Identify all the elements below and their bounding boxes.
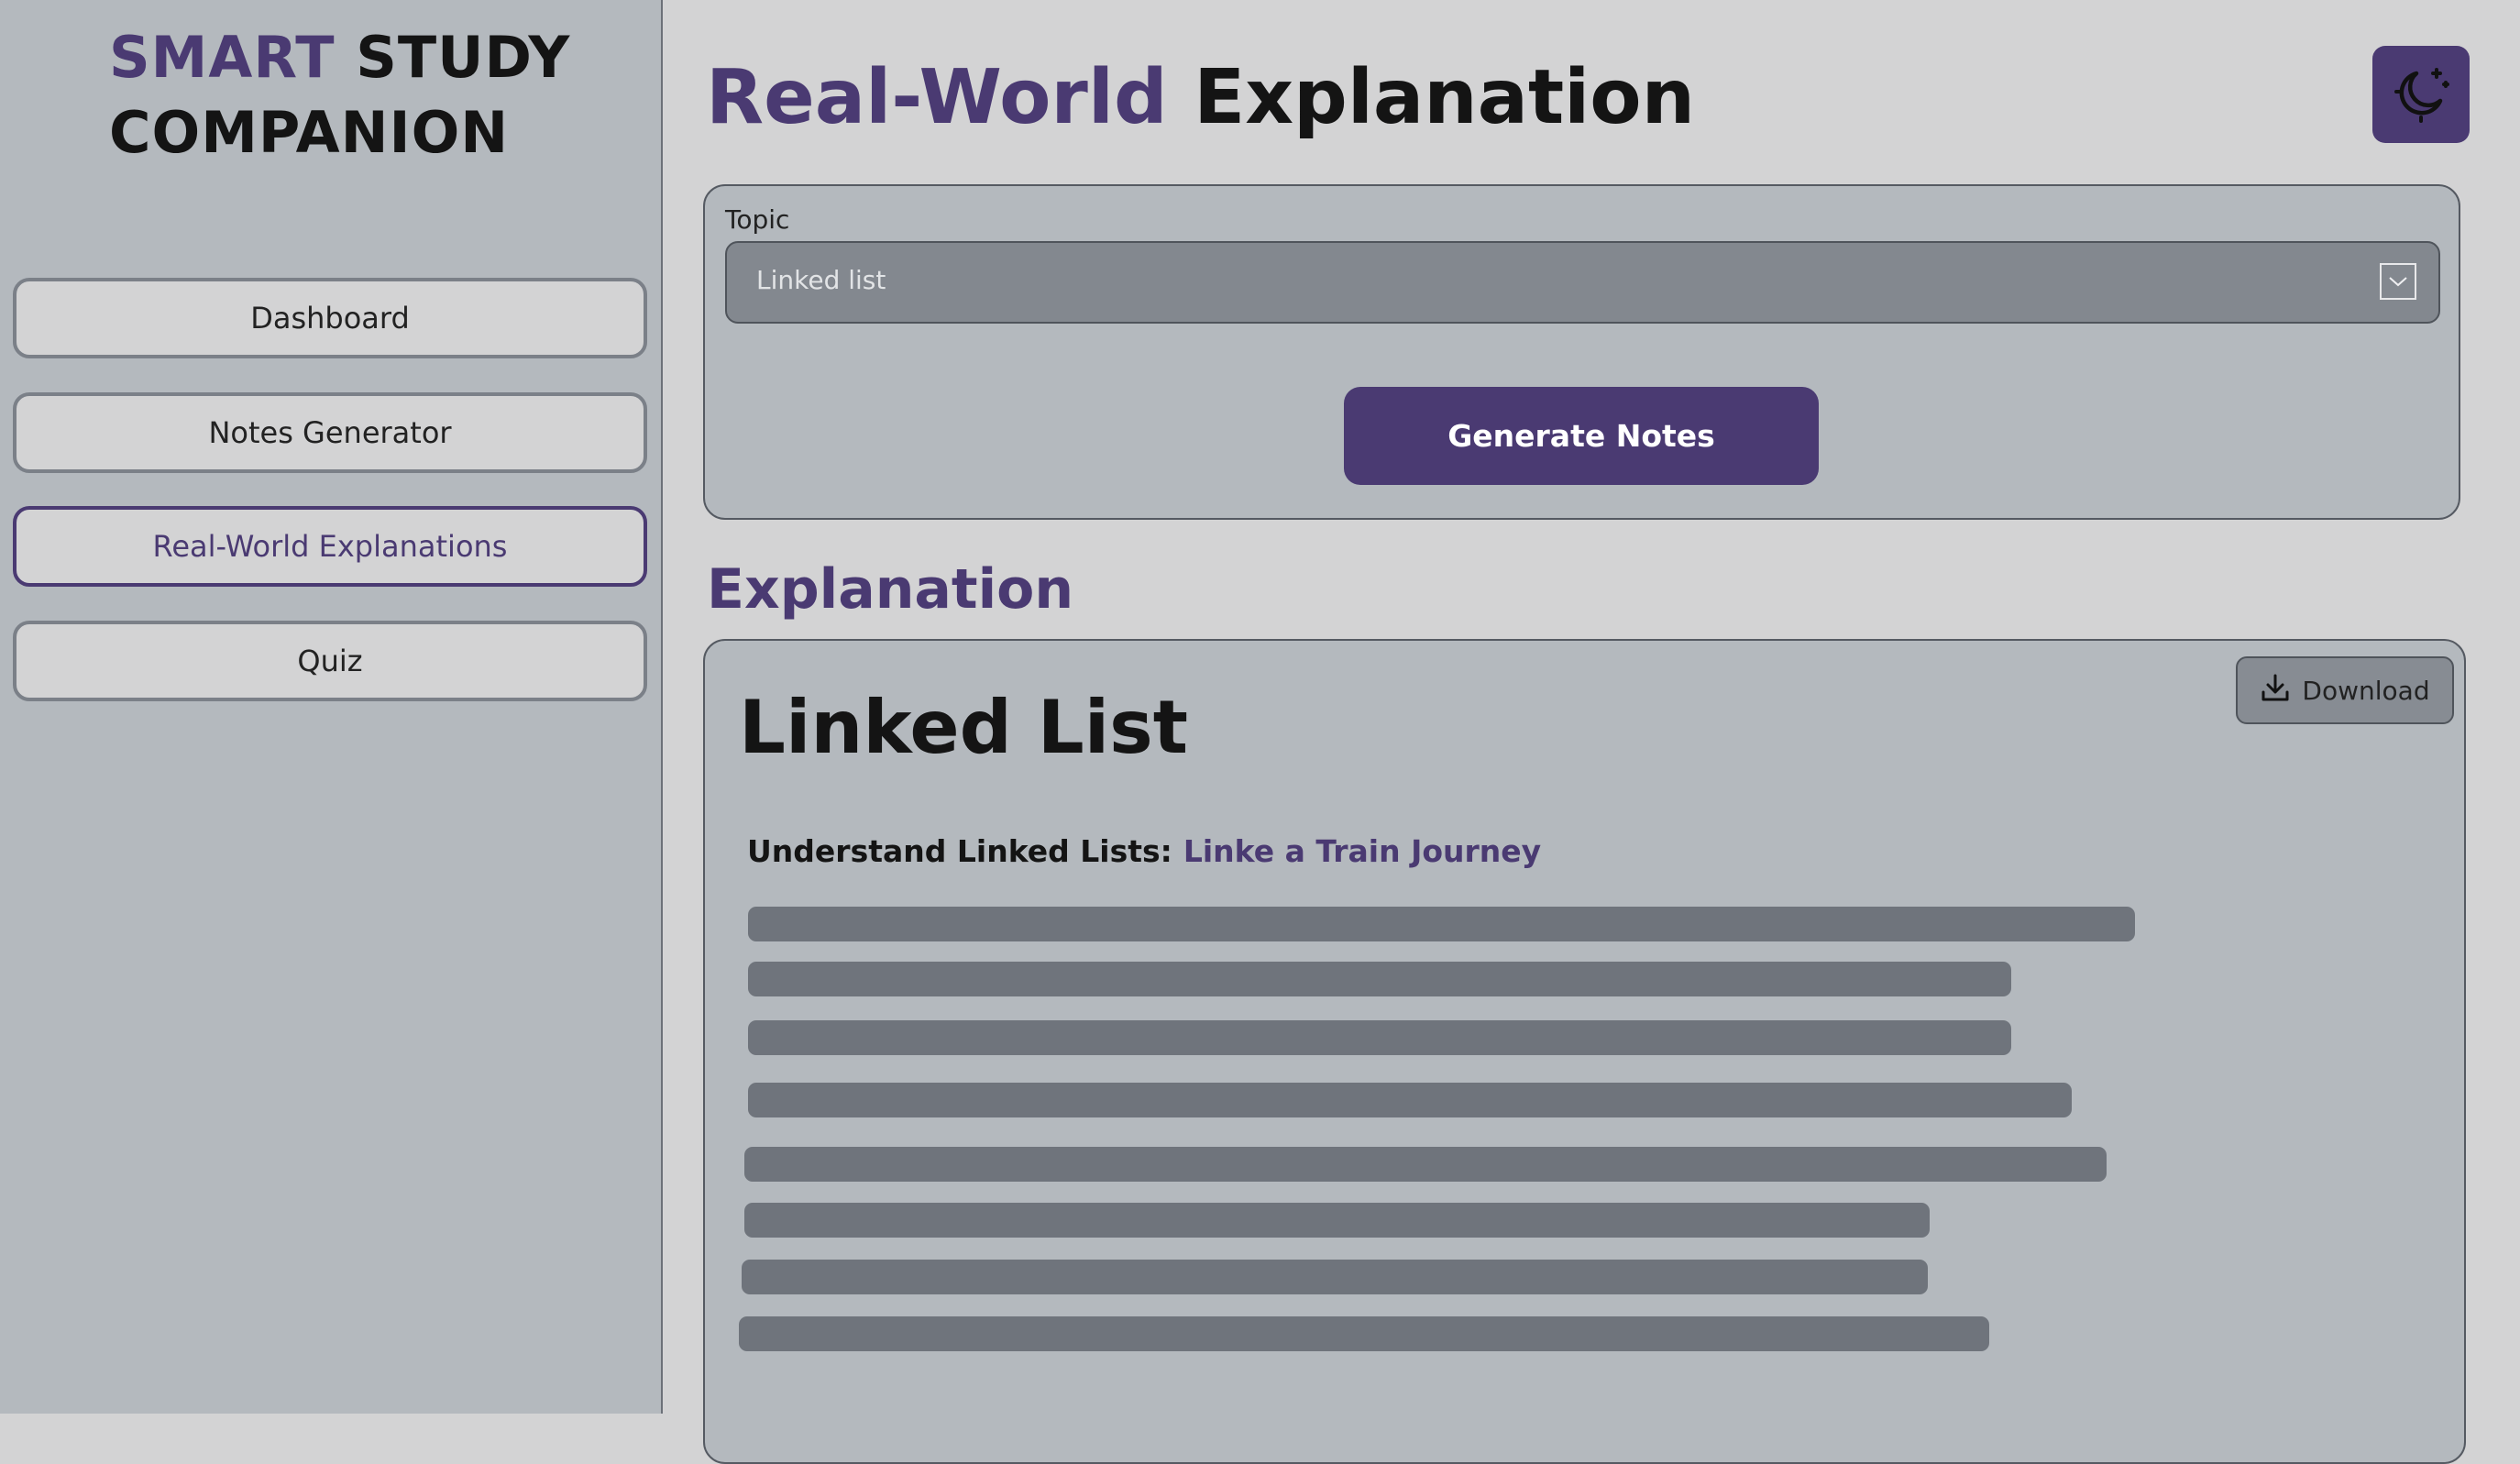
text-placeholder-line: [742, 1260, 1928, 1294]
sidebar-item-label: Dashboard: [250, 301, 410, 336]
text-placeholder-line: [744, 1147, 2107, 1182]
theme-toggle-button[interactable]: [2372, 46, 2470, 143]
download-button[interactable]: Download: [2236, 656, 2454, 724]
page-title-accent: Real-World: [706, 54, 1168, 141]
explanation-section-title: Explanation: [707, 557, 1074, 622]
text-placeholder-line: [739, 1316, 1989, 1351]
text-placeholder-line: [748, 962, 2011, 996]
text-placeholder-line: [744, 1203, 1930, 1238]
topic-label: Topic: [725, 204, 790, 235]
logo-word-study: STUDY: [356, 24, 571, 91]
page-title-rest: Explanation: [1194, 54, 1695, 141]
chevron-down-icon: [2380, 263, 2416, 300]
subtitle-value: Linke a Train Journey: [1183, 833, 1542, 869]
sidebar: SMART STUDY COMPANION Dashboard Notes Ge…: [0, 0, 663, 1414]
page-title: Real-World Explanation: [706, 48, 1695, 149]
sidebar-item-dashboard[interactable]: Dashboard: [13, 278, 647, 358]
sidebar-item-notes-generator[interactable]: Notes Generator: [13, 392, 647, 473]
topic-card: Topic Linked list Generate Notes: [703, 184, 2460, 520]
explanation-subtitle: Understand Linked Lists: Linke a Train Jo…: [747, 831, 1541, 872]
explanation-card: Download Linked List Understand Linked L…: [703, 639, 2466, 1464]
download-label: Download: [2302, 675, 2430, 706]
logo-word-companion: COMPANION: [109, 99, 510, 166]
text-placeholder-line: [748, 1083, 2072, 1117]
subtitle-key: Understand Linked Lists:: [747, 833, 1172, 869]
sidebar-item-real-world-explanations[interactable]: Real-World Explanations: [13, 506, 647, 587]
moon-icon: [2389, 61, 2453, 128]
app-logo: SMART STUDY COMPANION: [109, 20, 570, 171]
topic-select[interactable]: Linked list: [725, 241, 2440, 324]
generate-notes-button[interactable]: Generate Notes: [1344, 387, 1819, 485]
text-placeholder-line: [748, 1020, 2011, 1055]
explanation-heading: Linked List: [739, 685, 1189, 770]
topic-select-value: Linked list: [756, 265, 886, 295]
logo-word-smart: SMART: [109, 24, 336, 91]
sidebar-item-quiz[interactable]: Quiz: [13, 621, 647, 701]
text-placeholder-line: [748, 907, 2135, 941]
sidebar-item-label: Quiz: [297, 644, 363, 678]
sidebar-item-label: Notes Generator: [208, 415, 452, 450]
sidebar-item-label: Real-World Explanations: [152, 529, 508, 564]
download-icon: [2260, 672, 2291, 710]
